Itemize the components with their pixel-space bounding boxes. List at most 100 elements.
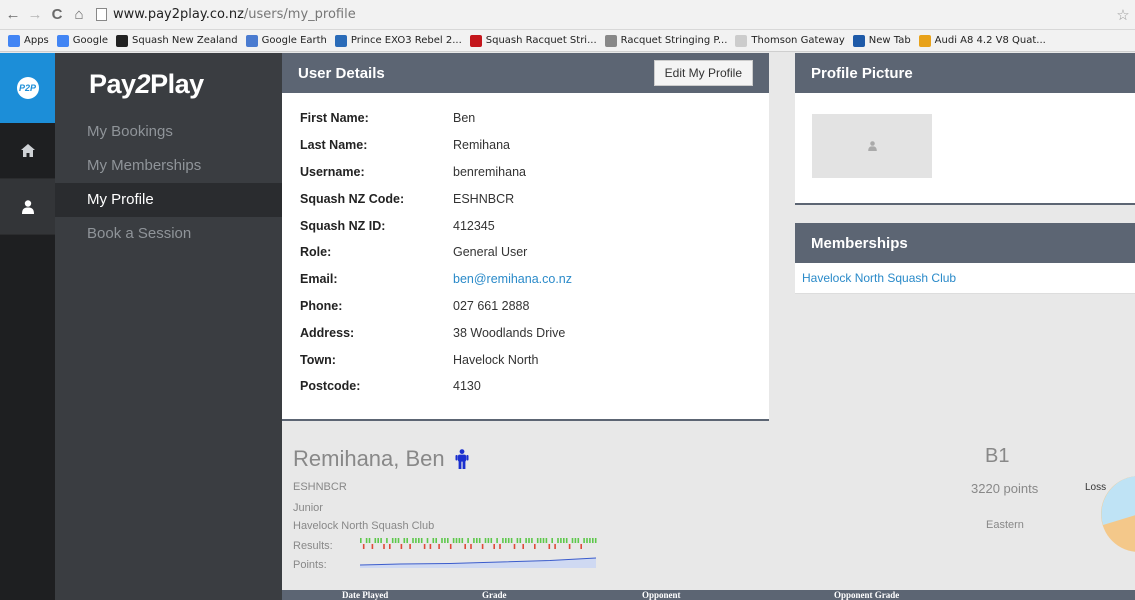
detail-row: Address: 38 Woodlands Drive [300,319,769,346]
detail-row: Email: ben@remihana.co.nz [300,266,769,293]
bookmark-label: Google [72,35,109,46]
bookmark-item[interactable]: New Tab [852,34,911,47]
detail-row: Username: benremihana [300,159,769,186]
avatar[interactable] [812,114,932,178]
bookmark-item[interactable]: Squash New Zealand [116,34,238,47]
result-win-mark [592,538,594,543]
result-win-mark [519,538,522,543]
url-field[interactable]: www.pay2play.co.nz/users/my_profile [96,4,1113,26]
result-win-mark [444,538,446,543]
detail-label: Squash NZ Code: [300,191,405,206]
bookmark-item[interactable]: Racquet Stringing P... [604,34,728,47]
result-win-mark [397,538,400,543]
rail-item-profile[interactable] [0,179,55,235]
column-header[interactable]: Opponent Grade [834,590,899,600]
result-win-mark [536,538,539,543]
player-grade: B1 [985,445,1010,467]
result-loss-mark [481,544,484,549]
result-loss-mark [409,544,411,549]
reload-icon[interactable]: C [48,6,66,24]
edit-profile-button[interactable]: Edit My Profile [653,60,753,86]
result-loss-mark [499,544,501,549]
result-loss-mark [438,544,440,549]
back-arrow-icon[interactable]: ← [4,6,22,24]
brand-part: Play [150,68,204,99]
bookmark-label: Audi A8 4.2 V8 Quat... [934,35,1046,46]
result-win-mark [594,538,597,543]
memberships-card: Memberships Havelock North Squash Club [795,223,1135,294]
profile-picture-header: Profile Picture [795,53,1135,93]
result-win-mark [586,538,588,543]
result-loss-mark [371,544,374,549]
column-header[interactable]: Grade [482,590,507,600]
bookmark-item[interactable]: Prince EXO3 Rebel 2... [334,34,462,47]
column-header[interactable]: Date Played [342,590,388,600]
bookmark-item[interactable]: Google Earth [245,34,327,47]
result-win-mark [571,538,574,543]
sidebar-item-my-profile[interactable]: My Profile [55,183,282,217]
bookmark-star-icon[interactable]: ☆ [1113,6,1133,24]
bookmark-label: Thomson Gateway [751,35,845,46]
result-win-mark [542,538,545,543]
bookmark-item[interactable]: Apps [8,34,49,47]
sidebar-item-my-bookings[interactable]: My Bookings [55,115,282,149]
email-link[interactable]: ben@remihana.co.nz [453,272,572,286]
user-details-title: User Details [298,64,385,82]
sidebar-item-book-a-session[interactable]: Book a Session [55,217,282,251]
bookmark-item[interactable]: Thomson Gateway [735,34,845,47]
result-win-mark [583,538,585,543]
result-win-mark [565,538,568,543]
result-win-mark [525,538,527,543]
results-table-header: Date Played Grade Opponent Opponent Grad… [282,590,1135,600]
player-code: ESHNBCR [293,481,347,493]
result-win-mark [432,538,435,543]
result-loss-mark [449,544,452,549]
result-loss-mark [493,544,495,549]
detail-value: ESHNBCR [453,191,515,206]
rail-item-home[interactable] [0,123,55,179]
bookmark-item[interactable]: Squash Racquet Stri... [469,34,597,47]
bookmark-item[interactable]: Google [56,34,109,47]
bookmark-label: Racquet Stringing P... [620,35,728,46]
forward-arrow-icon[interactable]: → [26,6,44,24]
browser-home-icon[interactable]: ⌂ [70,6,88,24]
result-win-mark [403,538,406,543]
column-header[interactable]: Opponent [642,590,681,600]
detail-label: Username: [300,164,365,179]
result-loss-mark [513,544,516,549]
result-win-mark [435,538,437,543]
user-placeholder-icon [867,141,877,151]
result-win-mark [510,538,513,543]
result-win-mark [545,538,548,543]
result-win-mark [507,538,510,543]
result-win-mark [455,538,458,543]
result-win-mark [374,538,377,543]
detail-row: Last Name: Remihana [300,132,769,159]
result-loss-mark [470,544,472,549]
bookmark-w-icon [469,34,482,47]
result-win-mark [415,538,417,543]
result-win-mark [458,538,461,543]
result-win-mark [365,538,368,543]
bookmark-item[interactable]: Audi A8 4.2 V8 Quat... [918,34,1046,47]
detail-row: Role: General User [300,239,769,266]
result-win-mark [496,538,498,543]
app-logo[interactable]: P2P [0,53,55,123]
result-win-mark [386,538,388,543]
result-loss-mark [383,544,385,549]
result-win-mark [426,538,429,543]
sidebar-item-my-memberships[interactable]: My Memberships [55,149,282,183]
membership-link[interactable]: Havelock North Squash Club [795,263,1135,294]
player-name: Remihana, Ben [293,446,469,472]
result-loss-mark [423,544,426,549]
detail-value: Ben [453,111,476,126]
memberships-title: Memberships [811,234,908,252]
squash-nz-icon [116,34,129,47]
detail-label: Town: [300,352,336,367]
page-icon [96,8,107,21]
audi-icon [918,34,931,47]
result-win-mark [476,538,478,543]
detail-row: Squash NZ ID: 412345 [300,212,769,239]
result-win-mark [420,538,423,543]
brand-logo[interactable]: Pay 2 Play [55,53,282,115]
